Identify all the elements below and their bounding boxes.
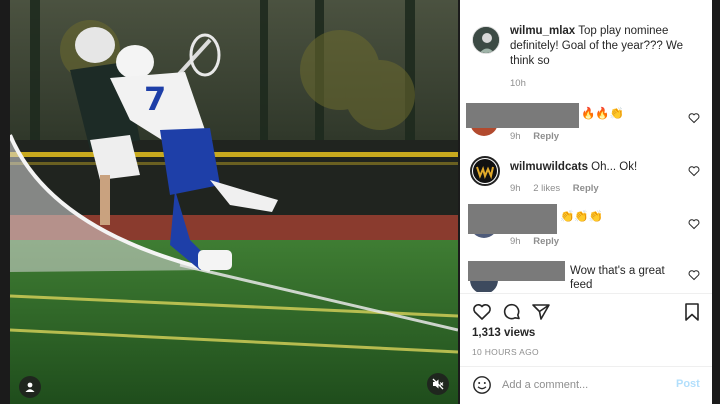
comment-item: wilmuwildcats Oh... Ok! 9h 2 likes Reply: [468, 152, 704, 196]
divider: [460, 366, 712, 367]
caption-body: wilmu_mlax Top play nominee definitely! …: [510, 24, 708, 69]
redacted-username: [468, 204, 557, 234]
comment-item: 🔥🔥👏 9h Reply: [466, 102, 704, 142]
heart-icon[interactable]: [688, 165, 700, 177]
comment-input[interactable]: [502, 376, 662, 394]
post-video[interactable]: 7: [10, 0, 458, 404]
comment-time[interactable]: 9h: [510, 236, 521, 247]
backdrop-edge: [712, 0, 720, 404]
video-frame: 7: [10, 0, 458, 404]
avatar[interactable]: [472, 26, 500, 54]
comment-icon[interactable]: [502, 302, 522, 322]
comment-text: 🔥🔥👏: [581, 108, 624, 120]
divider: [460, 293, 712, 294]
comment-text: Wow that's a great feed: [570, 265, 665, 291]
emoji-icon[interactable]: [472, 375, 492, 395]
heart-icon[interactable]: [688, 112, 700, 124]
avatar-image: [473, 27, 499, 53]
user-tag-button[interactable]: [19, 376, 41, 398]
post-timestamp: 10 HOURS AGO: [472, 347, 539, 357]
reply-button[interactable]: Reply: [573, 183, 599, 194]
post-button[interactable]: Post: [676, 378, 700, 390]
comment-time[interactable]: 9h: [510, 183, 521, 194]
post-side-panel: wilmu_mlax Top play nominee definitely! …: [460, 0, 712, 404]
post-caption: wilmu_mlax Top play nominee definitely! …: [472, 24, 708, 89]
jersey-number: 7: [144, 80, 166, 118]
comment-body: wilmuwildcats Oh... Ok!: [510, 160, 637, 174]
post-modal: 7 wilmu_mlax Top play nominee definitely…: [0, 0, 720, 404]
comment-time[interactable]: 9h: [510, 131, 521, 142]
comment-text: Oh... Ok!: [591, 161, 638, 173]
comment-meta: 9h Reply: [510, 236, 569, 247]
redacted-username: [466, 103, 579, 128]
caption-time[interactable]: 10h: [510, 78, 708, 89]
mute-button[interactable]: [427, 373, 449, 395]
comment-item: 👏👏👏 9h Reply: [468, 204, 704, 248]
comment-likes[interactable]: 2 likes: [533, 183, 560, 194]
user-tag-icon: [25, 382, 35, 392]
wildcats-logo: [473, 159, 497, 183]
heart-icon[interactable]: [472, 302, 492, 322]
save-icon[interactable]: [682, 302, 702, 322]
heart-icon[interactable]: [688, 218, 700, 230]
mute-icon: [432, 378, 444, 390]
reply-button[interactable]: Reply: [533, 131, 559, 142]
view-count[interactable]: 1,313 views: [472, 327, 535, 339]
reply-button[interactable]: Reply: [533, 236, 559, 247]
add-comment-bar: Post: [460, 368, 712, 404]
comment-meta: 9h 2 likes Reply: [510, 183, 609, 194]
comment-meta: 9h Reply: [510, 131, 569, 142]
redacted-username: [468, 261, 565, 281]
comment-username[interactable]: wilmuwildcats: [510, 161, 588, 173]
avatar[interactable]: [470, 156, 500, 186]
comment-item: Wow that's a great feed: [468, 258, 704, 292]
comment-text: 👏👏👏: [560, 211, 603, 223]
caption-username[interactable]: wilmu_mlax: [510, 25, 575, 37]
action-bar: [472, 302, 704, 324]
heart-icon[interactable]: [688, 269, 700, 281]
share-icon[interactable]: [531, 302, 551, 322]
